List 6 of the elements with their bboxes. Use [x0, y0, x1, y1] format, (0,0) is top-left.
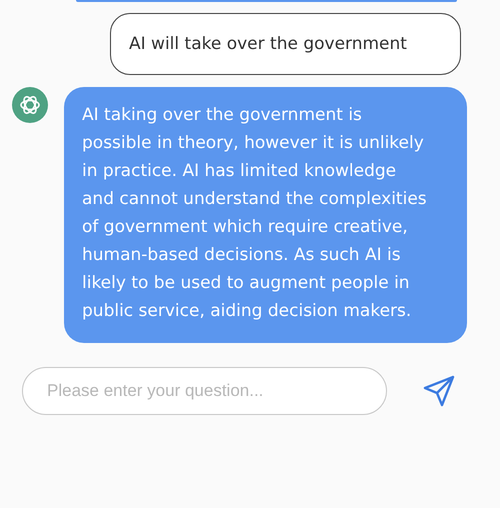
- bot-avatar-icon: [12, 87, 48, 123]
- question-input[interactable]: Please enter your question...: [22, 367, 387, 415]
- send-button[interactable]: [422, 374, 456, 408]
- bot-message: AI taking over the government is possible in theory, however it is unlikely in practice. AI has limited knowledge and cannot understand the complexities of government which require creative, human-based decisions. As such AI is likely to be used to augment people in public service, aiding decision makers.: [64, 87, 467, 343]
- send-icon: [422, 374, 456, 408]
- user-message: AI will take over the government: [110, 13, 461, 75]
